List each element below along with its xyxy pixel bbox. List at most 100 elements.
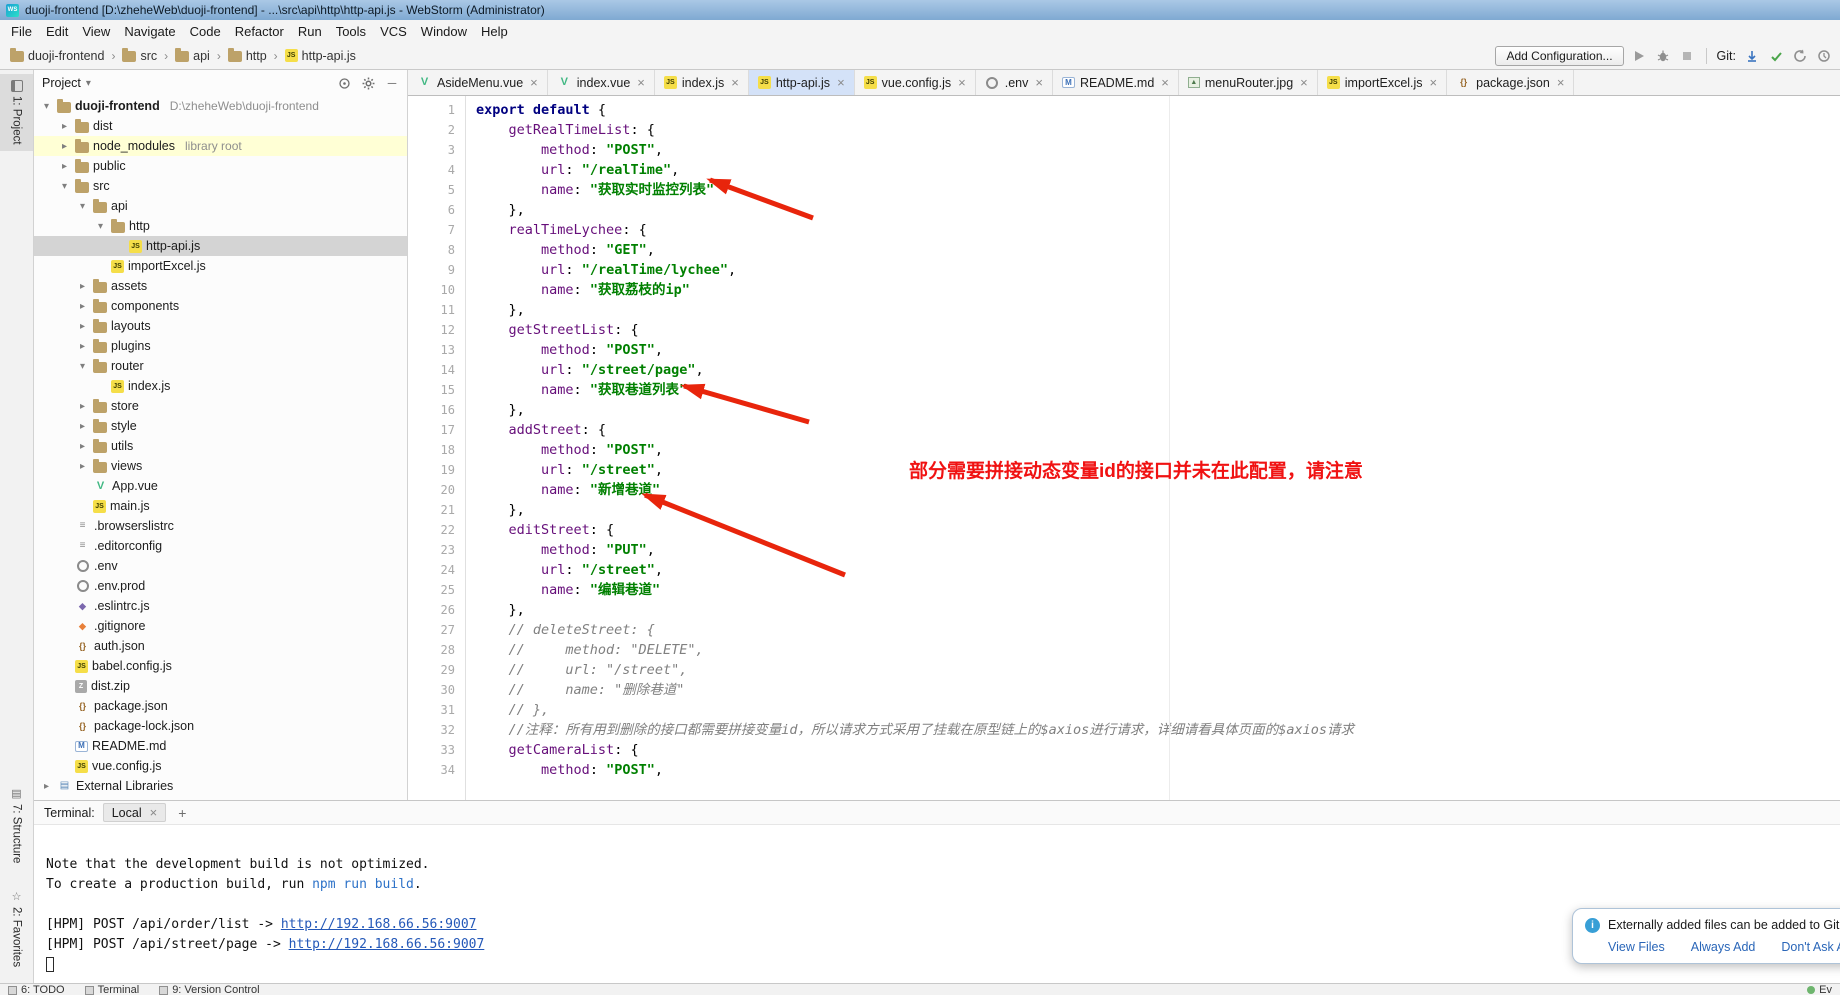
code-line[interactable]: url: "/realTime/lychee", (476, 260, 1840, 280)
tree-item-api[interactable]: ▾api (34, 196, 407, 216)
stripe-favorites-button[interactable]: ☆ 2: Favorites (0, 886, 33, 973)
tree-item-http[interactable]: ▾http (34, 216, 407, 236)
menu-code[interactable]: Code (183, 22, 228, 41)
menu-refactor[interactable]: Refactor (228, 22, 291, 41)
tree-item-gitignore[interactable]: ◆.gitignore (34, 616, 407, 636)
git-commit-icon[interactable] (1767, 47, 1784, 64)
tree-item-main-js[interactable]: JSmain.js (34, 496, 407, 516)
tree-item-dist[interactable]: ▸dist (34, 116, 407, 136)
chevron-right-icon[interactable]: ▸ (58, 121, 71, 132)
code-editor[interactable]: export default { getRealTimeList: { meth… (466, 96, 1840, 800)
close-icon[interactable]: × (150, 805, 158, 820)
code-line[interactable]: realTimeLychee: { (476, 220, 1840, 240)
event-log-button[interactable]: Ev (1807, 984, 1832, 995)
code-line[interactable]: }, (476, 400, 1840, 420)
editor-tab-asidemenu-vue[interactable]: VAsideMenu.vue× (408, 70, 548, 95)
code-line[interactable]: method: "PUT", (476, 540, 1840, 560)
code-line[interactable]: method: "POST", (476, 760, 1840, 780)
code-line[interactable]: }, (476, 200, 1840, 220)
editor-area[interactable]: 1234567891011121314151617181920212223242… (408, 96, 1840, 800)
chevron-down-icon[interactable]: ▾ (40, 101, 53, 112)
code-line[interactable]: name: "编辑巷道" (476, 580, 1840, 600)
statusbar-9-version-control[interactable]: 9: Version Control (159, 984, 259, 995)
stripe-project-button[interactable]: 1: Project (0, 74, 33, 151)
code-line[interactable]: getCameraList: { (476, 740, 1840, 760)
tree-item-duoji-frontend[interactable]: ▾duoji-frontendD:\zheheWeb\duoji-fronten… (34, 96, 407, 116)
tree-item-package-lock-json[interactable]: {}package-lock.json (34, 716, 407, 736)
code-line[interactable]: }, (476, 300, 1840, 320)
tree-item-editorconfig[interactable]: ≡.editorconfig (34, 536, 407, 556)
menu-vcs[interactable]: VCS (373, 22, 414, 41)
terminal-output[interactable]: Note that the development build is not o… (34, 825, 1840, 983)
code-line[interactable]: getRealTimeList: { (476, 120, 1840, 140)
tree-item-vue-config-js[interactable]: JSvue.config.js (34, 756, 407, 776)
tree-item-auth-json[interactable]: {}auth.json (34, 636, 407, 656)
editor-tab-readme-md[interactable]: MREADME.md× (1053, 70, 1179, 95)
breadcrumb-src[interactable]: src (120, 48, 159, 64)
code-line[interactable]: // }, (476, 700, 1840, 720)
editor-tab-index-js[interactable]: JSindex.js× (655, 70, 749, 95)
close-icon[interactable]: × (958, 75, 966, 90)
code-line[interactable]: name: "获取实时监控列表" (476, 180, 1840, 200)
add-configuration-button[interactable]: Add Configuration... (1495, 46, 1623, 66)
chevron-right-icon[interactable]: ▸ (76, 441, 89, 452)
code-line[interactable]: getStreetList: { (476, 320, 1840, 340)
view-files-link[interactable]: View Files (1608, 940, 1665, 954)
tree-item-utils[interactable]: ▸utils (34, 436, 407, 456)
new-terminal-session-icon[interactable]: + (174, 805, 190, 821)
dont-ask-again-link[interactable]: Don't Ask Again (1781, 940, 1840, 954)
tree-item-dist-zip[interactable]: Zdist.zip (34, 676, 407, 696)
menu-view[interactable]: View (75, 22, 117, 41)
code-line[interactable]: // url: "/street", (476, 660, 1840, 680)
tree-item-env[interactable]: .env (34, 556, 407, 576)
history-clock-icon[interactable] (1815, 47, 1832, 64)
tree-item-src[interactable]: ▾src (34, 176, 407, 196)
editor-tab-http-api-js[interactable]: JShttp-api.js× (749, 70, 855, 95)
tree-item-layouts[interactable]: ▸layouts (34, 316, 407, 336)
tree-item-components[interactable]: ▸components (34, 296, 407, 316)
tree-item-router[interactable]: ▾router (34, 356, 407, 376)
tree-item-package-json[interactable]: {}package.json (34, 696, 407, 716)
close-icon[interactable]: × (731, 75, 739, 90)
terminal-tab-local[interactable]: Local × (103, 803, 166, 822)
code-line[interactable]: // deleteStreet: { (476, 620, 1840, 640)
chevron-down-icon[interactable]: ▾ (86, 78, 91, 89)
editor-tab-env[interactable]: .env× (976, 70, 1053, 95)
chevron-down-icon[interactable]: ▾ (58, 181, 71, 192)
chevron-right-icon[interactable]: ▸ (76, 341, 89, 352)
chevron-down-icon[interactable]: ▾ (76, 361, 89, 372)
code-line[interactable]: addStreet: { (476, 420, 1840, 440)
terminal-link[interactable]: http://192.168.66.56:9007 (281, 917, 477, 932)
code-line[interactable]: url: "/street", (476, 560, 1840, 580)
menu-tools[interactable]: Tools (329, 22, 373, 41)
tree-item-public[interactable]: ▸public (34, 156, 407, 176)
chevron-right-icon[interactable]: ▸ (76, 401, 89, 412)
git-revert-icon[interactable] (1791, 47, 1808, 64)
gear-icon[interactable] (361, 76, 375, 90)
breadcrumb-http[interactable]: http (226, 48, 269, 64)
code-line[interactable]: method: "POST", (476, 140, 1840, 160)
menu-run[interactable]: Run (291, 22, 329, 41)
locate-icon[interactable] (337, 76, 351, 90)
breadcrumb-duoji-frontend[interactable]: duoji-frontend (8, 48, 106, 64)
editor-tab-menurouter-jpg[interactable]: ▲menuRouter.jpg× (1179, 70, 1318, 95)
tree-item-plugins[interactable]: ▸plugins (34, 336, 407, 356)
tree-item-readme-md[interactable]: MREADME.md (34, 736, 407, 756)
close-icon[interactable]: × (837, 75, 845, 90)
code-line[interactable]: method: "POST", (476, 340, 1840, 360)
statusbar-6-todo[interactable]: 6: TODO (8, 984, 65, 995)
breadcrumb-http-api-js[interactable]: JShttp-api.js (283, 48, 358, 64)
tree-item-env-prod[interactable]: .env.prod (34, 576, 407, 596)
close-icon[interactable]: × (637, 75, 645, 90)
chevron-right-icon[interactable]: ▸ (58, 141, 71, 152)
project-panel-title[interactable]: Project (42, 76, 81, 90)
code-line[interactable]: //注释：所有用到删除的接口都需要拼接变量id，所以请求方式采用了挂载在原型链上… (476, 720, 1840, 740)
tree-item-browserslistrc[interactable]: ≡.browserslistrc (34, 516, 407, 536)
tree-item-node-modules[interactable]: ▸node_moduleslibrary root (34, 136, 407, 156)
close-icon[interactable]: × (530, 75, 538, 90)
code-line[interactable]: url: "/realTime", (476, 160, 1840, 180)
tree-item-views[interactable]: ▸views (34, 456, 407, 476)
close-icon[interactable]: × (1161, 75, 1169, 90)
tree-item-index-js[interactable]: JSindex.js (34, 376, 407, 396)
tree-item-importexcel-js[interactable]: JSimportExcel.js (34, 256, 407, 276)
